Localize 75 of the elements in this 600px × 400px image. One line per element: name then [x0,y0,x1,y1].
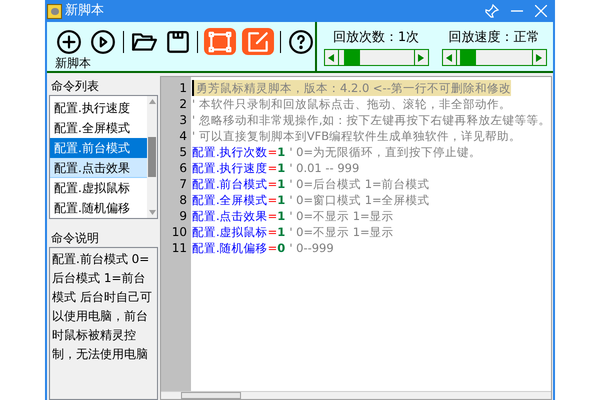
code-comment: ' 0--999 [289,240,334,256]
setting-value: 0 [277,240,286,256]
command-item[interactable]: 配置.点击效果 [50,158,147,178]
right-arrow-icon[interactable] [536,54,542,62]
plus-circle-button[interactable] [55,28,83,55]
equals-sign: = [268,208,278,224]
command-item[interactable]: 配置.前台模式 [50,138,147,158]
horizontal-scrollbar[interactable] [161,391,551,399]
line-number: 5 [179,144,187,160]
left-arrow-icon[interactable] [446,54,452,62]
help-button[interactable] [287,28,315,55]
scrollbar[interactable] [147,96,157,218]
setting-name: 配置.点击效果 [192,208,268,224]
setting-value: 1 [277,192,286,208]
close-icon[interactable] [535,5,547,17]
line-number: 3 [179,112,187,128]
setting-name: 配置.虚拟鼠标 [192,224,268,240]
line-number: 9 [179,208,187,224]
setting-value: 1 [277,208,286,224]
setting-value: 1 [277,160,286,176]
equals-sign: = [268,144,278,160]
command-item[interactable]: 配置.随机偏移 [50,198,147,218]
line-number: 8 [179,192,187,208]
equals-sign: = [268,240,278,256]
setting-value: 1 [277,224,286,240]
equals-sign: = [268,160,278,176]
code-comment: ' 0=不显示 1=显示 [289,208,394,224]
code-comment: ' 0=不显示 1=显示 [289,224,394,240]
code-comment: ' 0=窗口模式 1=全屏模式 [289,192,430,208]
mouse-app-icon [47,4,62,18]
setting-name: 配置.前台模式 [192,176,268,192]
slider[interactable] [324,49,428,66]
code-comment: ' 0=为无限循环，直到按下停止键。 [289,144,482,160]
slider-label: 回放次数：1次 [332,30,420,46]
equals-sign: = [268,224,278,240]
setting-name: 配置.执行次数 [192,144,268,160]
setting-name: 配置.执行速度 [192,160,268,176]
command-item[interactable]: 配置.全屏模式 [50,118,147,138]
code-comment: ' 0=后台模式 1=前台模式 [289,176,430,192]
line-number: 10 [172,224,187,240]
code-comment: ' 0.01 -- 999 [289,160,360,176]
line-number: 1 [179,80,187,96]
command-item[interactable]: 配置.执行速度 [50,98,147,118]
code-line: ' 可以直接复制脚本到VFB编程软件生成单独软件，详见帮助。 [192,128,522,144]
command-item[interactable]: 配置.虚拟鼠标 [50,178,147,198]
script-name: 新脚本 [55,56,92,70]
slider-thumb[interactable] [460,50,476,65]
setting-name: 配置.随机偏移 [192,240,268,256]
slider-thumb[interactable] [344,50,360,65]
section-title: 命令说明 [51,231,100,245]
right-arrow-icon[interactable] [418,54,424,62]
play-circle-button[interactable] [88,28,117,55]
code-line: ' 本软件只录制和回放鼠标点击、拖动、滚轮，非全部动作。 [192,96,511,112]
pin-icon[interactable] [485,4,499,18]
setting-value: 1 [277,144,286,160]
down-arrow-icon[interactable] [148,210,156,215]
line-number: 2 [179,96,187,112]
window-title: 新脚本 [65,2,104,20]
edit-button[interactable] [242,28,274,55]
line-number: 6 [179,160,187,176]
help-text: 配置.前台模式 0=后台模式 1=前台模式 后台时自己可以使用电脑，前台时鼠标被精灵控制，无法使用电脑 [52,251,153,363]
slider[interactable] [442,49,546,66]
line-number: 4 [179,128,187,144]
section-title: 命令列表 [51,79,100,93]
slider-label: 回放速度：正常 [448,30,540,46]
left-arrow-icon[interactable] [328,54,334,62]
line-number: 11 [172,240,187,256]
up-arrow-icon[interactable] [148,99,156,104]
setting-name: 配置.全屏模式 [192,192,268,208]
frame-corners-button[interactable] [204,28,236,55]
setting-value: 1 [277,176,286,192]
equals-sign: = [268,192,278,208]
equals-sign: = [268,176,278,192]
line-number: 7 [179,176,187,192]
code-line: ' 忽略移动和非常规操作,如：按下左键再按下右键再释放左键等等。 [192,112,550,128]
